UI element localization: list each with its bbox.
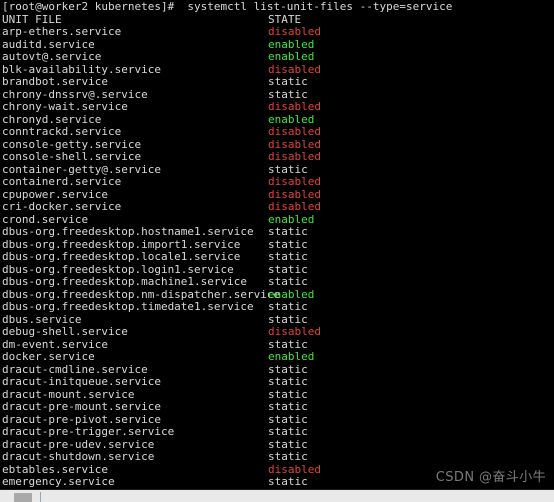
table-row: debug-shell.service disabled xyxy=(2,325,554,339)
unit-file-state: disabled xyxy=(268,325,321,338)
unit-file-state: disabled xyxy=(268,125,321,138)
prompt-line: [root@worker2 kubernetes]# systemctl lis… xyxy=(2,0,453,13)
table-row: dbus-org.freedesktop.timedate1.service st… xyxy=(2,300,554,314)
unit-file-name: cri-docker.service xyxy=(2,200,122,213)
unit-file-state: static xyxy=(268,475,308,488)
unit-file-state: disabled xyxy=(268,100,321,113)
taskbar[interactable] xyxy=(0,489,554,502)
unit-file-name: chrony-wait.service xyxy=(2,100,128,113)
unit-file-name: dbus-org.freedesktop.locale1.service xyxy=(2,250,241,263)
unit-file-state: static xyxy=(268,275,308,288)
unit-file-state: static xyxy=(268,450,308,463)
unit-file-state: static xyxy=(268,400,308,413)
table-row: dracut-initqueue.service static xyxy=(2,375,554,389)
unit-file-state: enabled xyxy=(268,50,315,63)
table-row: dracut-pre-trigger.service static xyxy=(2,425,554,439)
unit-file-state: static xyxy=(268,300,308,313)
unit-file-name: console-shell.service xyxy=(2,150,142,163)
unit-file-state: static xyxy=(268,425,308,438)
unit-file-state: disabled xyxy=(268,200,321,213)
unit-file-state: enabled xyxy=(268,350,315,363)
unit-file-name: containerd.service xyxy=(2,175,122,188)
table-row: autovt@.service enabled xyxy=(2,50,554,64)
table-row: dracut-shutdown.service static xyxy=(2,450,554,464)
unit-file-name: dbus-org.freedesktop.timedate1.service xyxy=(2,300,254,313)
unit-file-name: dbus-org.freedesktop.hostname1.service xyxy=(2,225,254,238)
unit-file-list: arp-ethers.service disabled auditd.service… xyxy=(2,25,554,489)
unit-file-state: static xyxy=(268,75,308,88)
unit-file-state: disabled xyxy=(268,25,321,38)
table-row: conntrackd.service disabled xyxy=(2,125,554,139)
unit-file-name: dbus-org.freedesktop.machine1.service xyxy=(2,275,248,288)
table-row: emergency.service static xyxy=(2,475,554,489)
table-row: chrony-wait.service disabled xyxy=(2,100,554,114)
table-row: arp-ethers.service disabled xyxy=(2,25,554,39)
terminal-window[interactable]: [root@worker2 kubernetes]# systemctl lis… xyxy=(0,0,554,489)
unit-file-state: static xyxy=(268,225,308,238)
table-row: dracut-pre-mount.service static xyxy=(2,400,554,414)
table-row: dbus-org.freedesktop.hostname1.service st… xyxy=(2,225,554,239)
taskbar-divider xyxy=(40,492,41,502)
table-row: dbus-org.freedesktop.locale1.service stat… xyxy=(2,250,554,264)
unit-file-name: dracut-pre-mount.service xyxy=(2,400,161,413)
table-row: console-shell.service disabled xyxy=(2,150,554,164)
unit-file-name: autovt@.service xyxy=(2,50,102,63)
unit-file-name: brandbot.service xyxy=(2,75,108,88)
unit-file-name: arp-ethers.service xyxy=(2,25,122,38)
table-row: docker.service enabled xyxy=(2,350,554,364)
unit-file-name: conntrackd.service xyxy=(2,125,122,138)
unit-file-name: docker.service xyxy=(2,350,95,363)
table-row: cri-docker.service disabled xyxy=(2,200,554,214)
unit-file-name: dracut-shutdown.service xyxy=(2,450,155,463)
unit-file-state: disabled xyxy=(268,175,321,188)
unit-file-name: dracut-initqueue.service xyxy=(2,375,161,388)
table-row: brandbot.service static xyxy=(2,75,554,89)
table-row: dbus-org.freedesktop.machine1.service sta… xyxy=(2,275,554,289)
unit-file-state: static xyxy=(268,250,308,263)
unit-file-name: debug-shell.service xyxy=(2,325,128,338)
unit-file-name: emergency.service xyxy=(2,475,115,488)
taskbar-item[interactable] xyxy=(14,493,32,502)
table-row: containerd.service disabled xyxy=(2,175,554,189)
unit-file-state: static xyxy=(268,375,308,388)
unit-file-name: dracut-pre-trigger.service xyxy=(2,425,175,438)
unit-file-state: disabled xyxy=(268,150,321,163)
